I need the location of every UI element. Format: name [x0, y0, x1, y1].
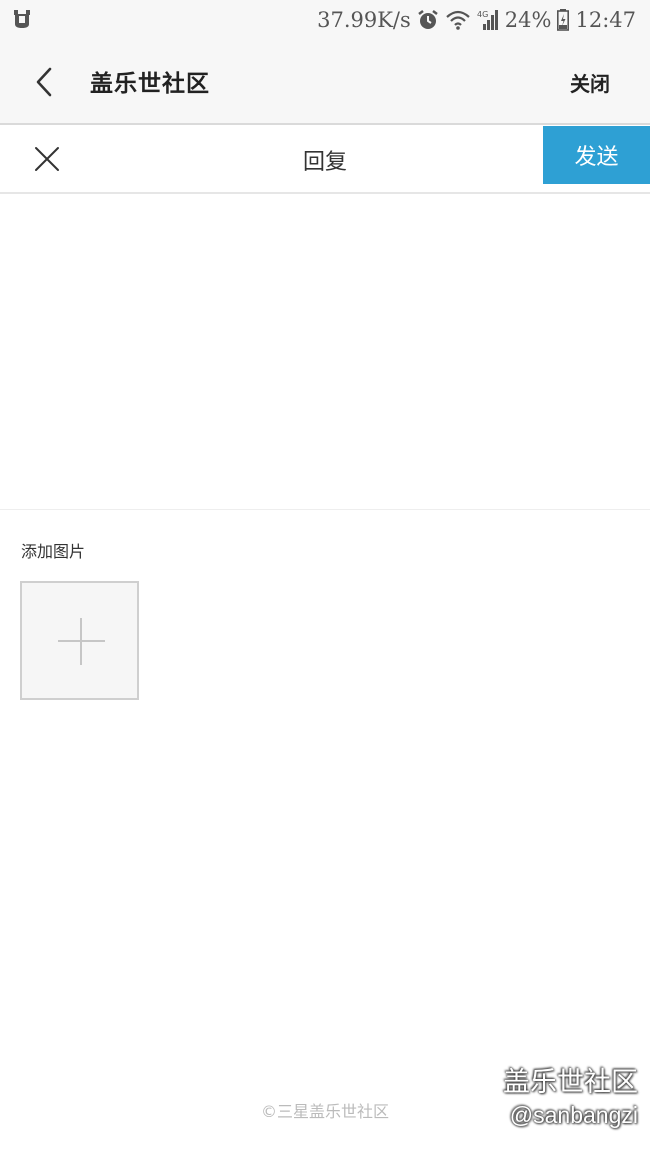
alarm-icon	[417, 9, 439, 31]
page-title: 盖乐世社区	[90, 70, 210, 97]
watermark: 盖乐世社区 @sanbangzi	[503, 1064, 638, 1130]
watermark-title: 盖乐世社区	[503, 1067, 638, 1097]
network-speed: 37.99K/s	[317, 8, 411, 32]
network-type-label: 4G	[477, 10, 488, 19]
watermark-handle: @sanbangzi	[509, 1102, 638, 1128]
status-bar: 37.99K/s 4G 24% 12:47	[0, 0, 650, 40]
add-image-button[interactable]	[20, 581, 139, 700]
reply-input[interactable]	[0, 196, 650, 510]
add-image-label: 添加图片	[21, 542, 86, 561]
notification-icon	[12, 8, 32, 30]
reply-toolbar: 回复 发送	[0, 126, 650, 194]
wifi-icon	[445, 9, 471, 31]
back-button[interactable]	[26, 62, 62, 102]
status-indicators: 37.99K/s 4G 24% 12:47	[317, 6, 636, 34]
clock: 12:47	[575, 8, 636, 32]
close-button[interactable]: 关闭	[570, 68, 610, 97]
signal-icon: 4G	[477, 9, 499, 31]
app-header: 盖乐世社区 关闭	[0, 40, 650, 125]
send-button[interactable]: 发送	[543, 126, 650, 184]
battery-percent: 24%	[504, 8, 552, 32]
battery-icon	[557, 9, 570, 31]
chevron-left-icon	[36, 67, 52, 97]
